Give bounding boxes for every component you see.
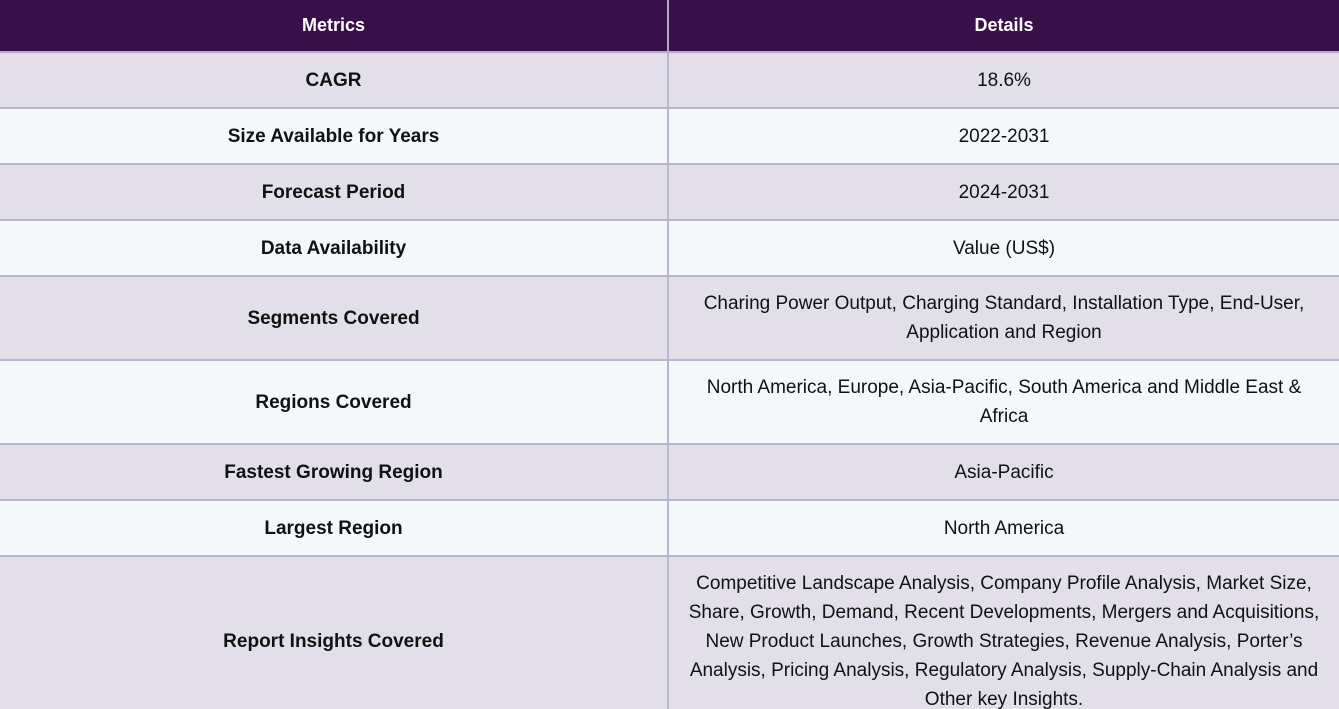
table-row: Fastest Growing Region Asia-Pacific (0, 444, 1339, 501)
table-row: Size Available for Years 2022-2031 (0, 108, 1339, 165)
metric-forecast-period: Forecast Period (0, 164, 669, 221)
detail-regions-covered: North America, Europe, Asia-Pacific, Sou… (668, 360, 1339, 445)
table-row: Segments Covered Charing Power Output, C… (0, 276, 1339, 361)
details-column-header: Details (668, 0, 1339, 53)
table-body: CAGR 18.6% Size Available for Years 2022… (0, 52, 1339, 709)
detail-report-insights-covered: Competitive Landscape Analysis, Company … (668, 556, 1339, 709)
metric-report-insights-covered: Report Insights Covered (0, 556, 669, 709)
metric-fastest-growing-region: Fastest Growing Region (0, 444, 669, 501)
metric-regions-covered: Regions Covered (0, 360, 669, 445)
metric-data-availability: Data Availability (0, 220, 669, 277)
detail-segments-covered: Charing Power Output, Charging Standard,… (668, 276, 1339, 361)
metric-size-available-years: Size Available for Years (0, 108, 669, 165)
metric-segments-covered: Segments Covered (0, 276, 669, 361)
metrics-column-header: Metrics (0, 0, 669, 53)
table-row: Largest Region North America (0, 500, 1339, 557)
detail-forecast-period: 2024-2031 (668, 164, 1339, 221)
metric-largest-region: Largest Region (0, 500, 669, 557)
table-row: Report Insights Covered Competitive Land… (0, 556, 1339, 709)
table-row: Forecast Period 2024-2031 (0, 164, 1339, 221)
table-row: CAGR 18.6% (0, 52, 1339, 109)
detail-largest-region: North America (668, 500, 1339, 557)
table-header: Metrics Details (0, 0, 1339, 53)
detail-cagr: 18.6% (668, 52, 1339, 109)
detail-data-availability: Value (US$) (668, 220, 1339, 277)
metric-cagr: CAGR (0, 52, 669, 109)
detail-size-available-years: 2022-2031 (668, 108, 1339, 165)
header-row: Metrics Details (0, 0, 1339, 53)
table-row: Regions Covered North America, Europe, A… (0, 360, 1339, 445)
table-row: Data Availability Value (US$) (0, 220, 1339, 277)
detail-fastest-growing-region: Asia-Pacific (668, 444, 1339, 501)
report-metrics-table: Metrics Details CAGR 18.6% Size Availabl… (0, 0, 1339, 709)
